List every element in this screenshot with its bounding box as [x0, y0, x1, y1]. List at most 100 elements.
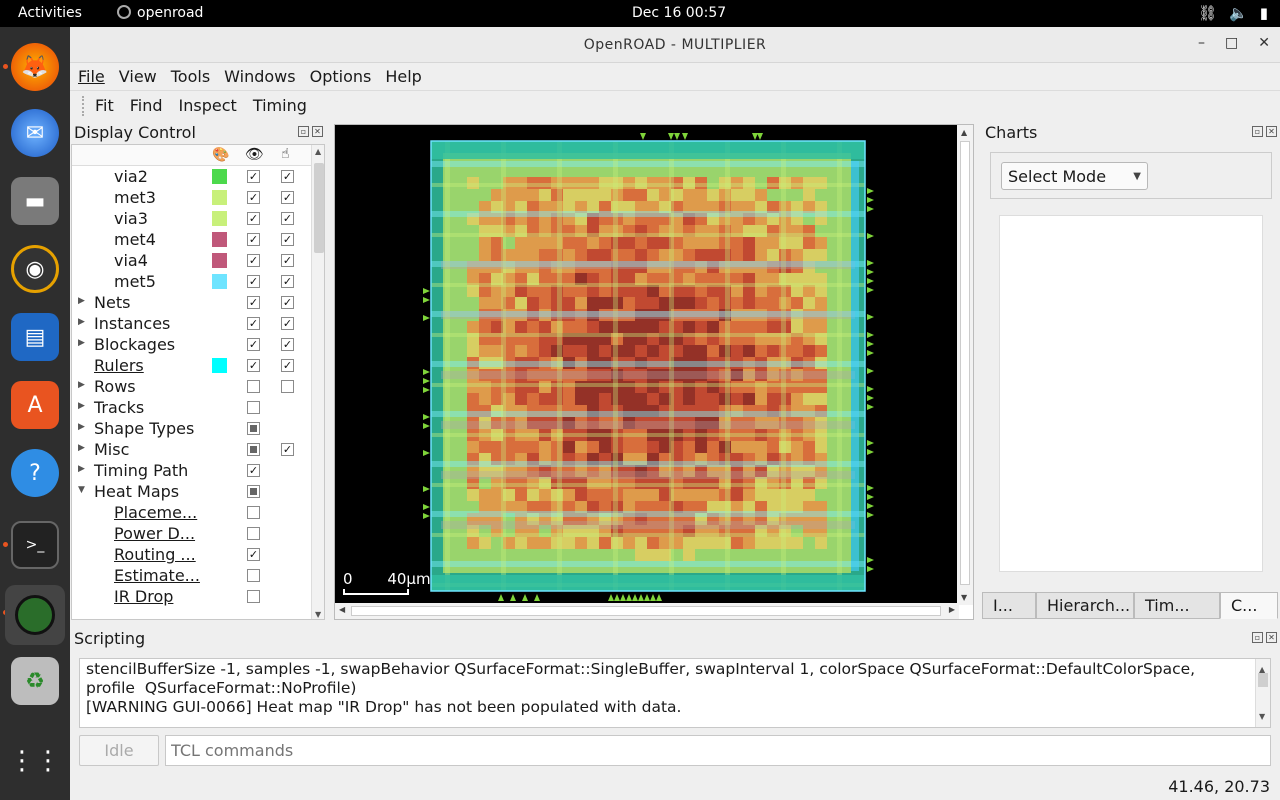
close-panel-button[interactable]: ✕	[312, 126, 323, 137]
rhythmbox-icon[interactable]: ◉	[11, 245, 59, 293]
display-row-placeme[interactable]: Placeme...	[72, 502, 324, 523]
timing-button[interactable]: Timing	[253, 96, 307, 115]
scroll-thumb[interactable]	[1258, 673, 1268, 687]
selectable-checkbox[interactable]: ✓	[281, 338, 294, 351]
clock[interactable]: Dec 16 00:57	[632, 5, 726, 21]
viewer-horizontal-scrollbar[interactable]: ◀ ▶	[335, 603, 959, 619]
chevron-right-icon[interactable]: ▶	[78, 401, 85, 411]
color-swatch[interactable]	[212, 190, 227, 205]
scroll-right-arrow[interactable]: ▶	[949, 605, 955, 614]
visible-checkbox[interactable]	[247, 401, 260, 414]
visible-checkbox[interactable]: ✓	[247, 191, 260, 204]
visible-checkbox[interactable]	[247, 506, 260, 519]
display-row-estimate[interactable]: Estimate...	[72, 565, 324, 586]
display-row-routing[interactable]: Routing ... ✓	[72, 544, 324, 565]
scroll-up-arrow[interactable]: ▲	[961, 128, 967, 137]
chevron-right-icon[interactable]: ▶	[78, 296, 85, 306]
selectable-checkbox[interactable]: ✓	[281, 443, 294, 456]
output-scrollbar[interactable]: ▲ ▼	[1255, 659, 1270, 727]
scroll-down-arrow[interactable]: ▼	[961, 593, 967, 602]
chevron-right-icon[interactable]: ▶	[78, 317, 85, 327]
visible-checkbox[interactable]: ✓	[247, 170, 260, 183]
display-row-ir-drop[interactable]: IR Drop	[72, 586, 324, 607]
color-swatch[interactable]	[212, 274, 227, 289]
visible-checkbox[interactable]	[247, 527, 260, 540]
thunderbird-icon[interactable]: ✉	[11, 109, 59, 157]
toolbar-grip[interactable]	[82, 95, 85, 116]
display-row-met3[interactable]: met3 ✓ ✓	[72, 187, 324, 208]
selectable-checkbox[interactable]: ✓	[281, 275, 294, 288]
display-row-met4[interactable]: met4 ✓ ✓	[72, 229, 324, 250]
scroll-up-arrow[interactable]: ▲	[315, 147, 321, 156]
selectable-checkbox[interactable]: ✓	[281, 212, 294, 225]
visible-checkbox[interactable]: ✓	[247, 275, 260, 288]
chevron-right-icon[interactable]: ▶	[78, 380, 85, 390]
activities-button[interactable]: Activities	[18, 5, 82, 21]
system-tray[interactable]: ⛓ 🔈 ▮	[1198, 4, 1268, 22]
layout-viewer[interactable]: 0 40μm ▲ ▼ ◀ ▶	[334, 124, 974, 620]
visible-checkbox[interactable]: ✓	[247, 464, 260, 477]
float-panel-button[interactable]: ▫	[298, 126, 309, 137]
layout-canvas[interactable]: 0 40μm	[335, 125, 958, 605]
maximize-button[interactable]: □	[1225, 35, 1238, 51]
color-swatch[interactable]	[212, 211, 227, 226]
app-center-icon[interactable]: A	[11, 381, 59, 429]
menu-options[interactable]: Options	[310, 67, 372, 86]
visible-checkbox[interactable]	[247, 422, 260, 435]
float-panel-button[interactable]: ▫	[1252, 126, 1263, 137]
help-icon[interactable]: ?	[11, 449, 59, 497]
selectable-checkbox[interactable]	[281, 380, 294, 393]
display-row-via3[interactable]: via3 ✓ ✓	[72, 208, 324, 229]
firefox-icon[interactable]: 🦊	[11, 43, 59, 91]
script-output[interactable]: stencilBufferSize -1, samples -1, swapBe…	[79, 658, 1271, 728]
scroll-thumb[interactable]	[314, 163, 324, 253]
chevron-down-icon[interactable]: ▼	[78, 485, 85, 495]
display-row-tracks[interactable]: ▶ Tracks	[72, 397, 324, 418]
menu-help[interactable]: Help	[385, 67, 421, 86]
scroll-thumb[interactable]	[960, 141, 970, 585]
visible-checkbox[interactable]: ✓	[247, 296, 260, 309]
viewer-vertical-scrollbar[interactable]: ▲ ▼	[957, 125, 973, 605]
chevron-right-icon[interactable]: ▶	[78, 422, 85, 432]
menu-view[interactable]: View	[119, 67, 157, 86]
visible-checkbox[interactable]: ✓	[247, 254, 260, 267]
display-row-rows[interactable]: ▶ Rows	[72, 376, 324, 397]
scroll-down-arrow[interactable]: ▼	[1259, 707, 1265, 726]
display-row-blockages[interactable]: ▶ Blockages ✓ ✓	[72, 334, 324, 355]
visible-checkbox[interactable]: ✓	[247, 233, 260, 246]
visible-checkbox[interactable]	[247, 569, 260, 582]
selectable-checkbox[interactable]: ✓	[281, 359, 294, 372]
visible-checkbox[interactable]: ✓	[247, 548, 260, 561]
writer-icon[interactable]: ▤	[11, 313, 59, 361]
close-panel-button[interactable]: ✕	[1266, 632, 1277, 643]
visible-checkbox[interactable]	[247, 590, 260, 603]
minimize-button[interactable]: –	[1198, 35, 1205, 51]
tree-vertical-scrollbar[interactable]: ▲ ▼	[311, 145, 324, 619]
menu-windows[interactable]: Windows	[224, 67, 295, 86]
display-row-power-d[interactable]: Power D...	[72, 523, 324, 544]
scroll-left-arrow[interactable]: ◀	[339, 605, 345, 614]
scroll-thumb[interactable]	[351, 606, 941, 616]
color-swatch[interactable]	[212, 253, 227, 268]
terminal-icon[interactable]: >_	[11, 521, 59, 569]
fit-button[interactable]: Fit	[95, 96, 114, 115]
scroll-down-arrow[interactable]: ▼	[315, 610, 321, 619]
tab-timing[interactable]: Tim...	[1134, 592, 1220, 619]
close-button[interactable]: ✕	[1258, 35, 1270, 51]
tab-hierarchy[interactable]: Hierarch...	[1036, 592, 1134, 619]
inspect-button[interactable]: Inspect	[179, 96, 237, 115]
float-panel-button[interactable]: ▫	[1252, 632, 1263, 643]
show-apps-icon[interactable]: ⋮⋮	[9, 737, 61, 785]
menu-file[interactable]: File	[78, 67, 105, 86]
app-menu[interactable]: openroad	[117, 5, 203, 21]
display-row-met5[interactable]: met5 ✓ ✓	[72, 271, 324, 292]
display-row-timing-path[interactable]: ▶ Timing Path ✓	[72, 460, 324, 481]
visible-checkbox[interactable]: ✓	[247, 317, 260, 330]
files-icon[interactable]: ▬	[11, 177, 59, 225]
selectable-checkbox[interactable]: ✓	[281, 296, 294, 309]
chevron-right-icon[interactable]: ▶	[78, 443, 85, 453]
visible-checkbox[interactable]: ✓	[247, 359, 260, 372]
display-row-via2[interactable]: via2 ✓ ✓	[72, 166, 324, 187]
color-swatch[interactable]	[212, 169, 227, 184]
openroad-dock-icon[interactable]	[5, 585, 65, 645]
